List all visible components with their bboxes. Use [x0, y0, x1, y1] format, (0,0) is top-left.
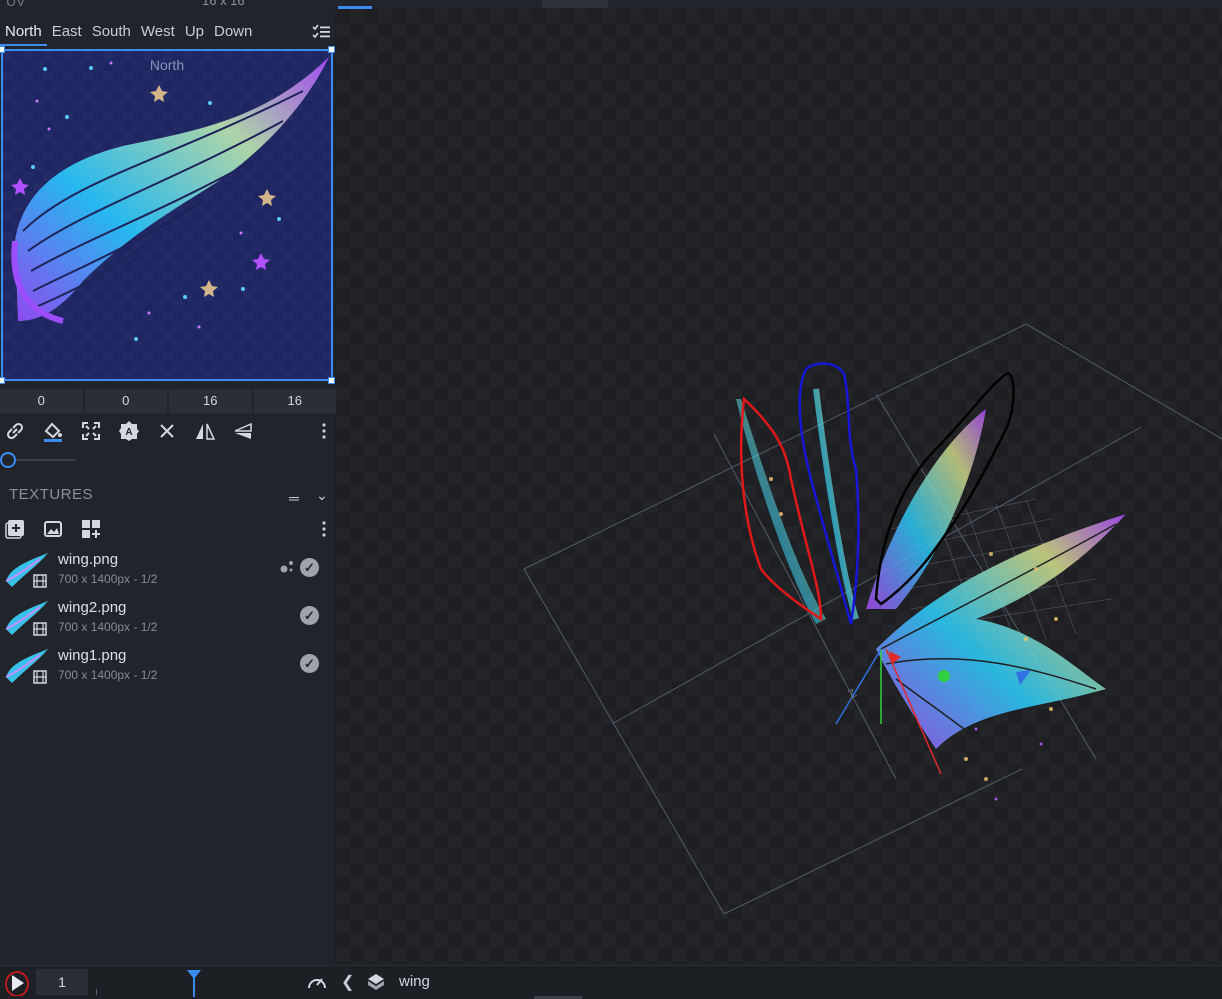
- texture-status-check-icon[interactable]: ✓: [300, 558, 319, 577]
- toolbar-dropdown[interactable]: [542, 0, 608, 8]
- checklist-icon[interactable]: [312, 24, 330, 40]
- texture-thumbnail: [5, 601, 48, 637]
- uv-size-label: 16 x 16: [202, 0, 245, 8]
- left-panel: UV 16 x 16 North East South West Up Down…: [0, 0, 336, 965]
- scene-render: Z: [523, 323, 1222, 915]
- uv-toolbar: A: [0, 418, 336, 444]
- texture-meta: 700 x 1400px - 1/2: [58, 668, 158, 682]
- timeline-tick: [96, 989, 97, 995]
- tab-north[interactable]: North: [0, 20, 47, 46]
- mirror-x-icon[interactable]: [194, 420, 216, 442]
- tab-east[interactable]: East: [47, 20, 87, 46]
- tab-up[interactable]: Up: [180, 20, 209, 46]
- import-texture-icon[interactable]: [42, 518, 64, 540]
- animation-bar: 1 ❮ wing: [0, 965, 1222, 999]
- tab-west[interactable]: West: [136, 20, 180, 46]
- texture-item[interactable]: wing2.png 700 x 1400px - 1/2 ✓: [0, 593, 336, 641]
- z-axis-line: [835, 648, 882, 725]
- particles-icon[interactable]: [279, 559, 295, 575]
- maximize-icon[interactable]: [80, 420, 102, 442]
- texture-name: wing.png: [58, 551, 119, 568]
- add-texture-icon[interactable]: [4, 518, 26, 540]
- playhead-marker-icon[interactable]: [186, 969, 202, 997]
- uv-height-input[interactable]: 16: [253, 389, 336, 413]
- face-tabs: North East South West Up Down: [0, 20, 336, 46]
- speed-gauge-icon[interactable]: [306, 972, 328, 992]
- link-icon[interactable]: [4, 420, 26, 442]
- texture-status-check-icon[interactable]: ✓: [300, 606, 319, 625]
- fill-icon[interactable]: [42, 420, 64, 442]
- tab-south[interactable]: South: [87, 20, 136, 46]
- y-axis-handle-icon: [938, 670, 950, 682]
- textures-toolbar: [0, 516, 336, 544]
- texture-status-check-icon[interactable]: ✓: [300, 654, 319, 673]
- model-name: wing: [399, 973, 430, 990]
- play-icon[interactable]: [4, 970, 30, 996]
- uv-y-input[interactable]: 0: [84, 389, 167, 413]
- auto-uv-icon[interactable]: A: [118, 420, 140, 442]
- timeline-scrubber[interactable]: [90, 969, 296, 997]
- panel-menu-icon[interactable]: ═: [289, 490, 299, 506]
- chevron-down-icon[interactable]: ⌄: [316, 487, 328, 504]
- texture-grid-icon[interactable]: [80, 518, 102, 540]
- app-window: UV 16 x 16 North East South West Up Down…: [0, 0, 1222, 999]
- uv-handle-top-left[interactable]: [0, 46, 5, 53]
- wing-texture-image: [11, 57, 329, 341]
- clear-icon[interactable]: [156, 420, 178, 442]
- model-icon: [368, 974, 384, 990]
- uv-x-input[interactable]: 0: [0, 389, 83, 413]
- more-icon[interactable]: [318, 518, 330, 540]
- uv-zoom-slider[interactable]: [0, 450, 80, 470]
- textures-title: TEXTURES: [9, 486, 94, 503]
- texture-thumbnail: [5, 649, 48, 685]
- uv-editor-canvas[interactable]: North: [1, 49, 333, 381]
- slider-track: [8, 459, 76, 461]
- textures-panel-header: TEXTURES ═ ⌄: [0, 482, 336, 508]
- 3d-viewport[interactable]: Z: [336, 9, 1222, 965]
- chevron-left-icon[interactable]: ❮: [341, 972, 354, 992]
- uv-handle-top-right[interactable]: [328, 46, 335, 53]
- texture-meta: 700 x 1400px - 1/2: [58, 572, 158, 586]
- uv-width-input[interactable]: 16: [169, 389, 252, 413]
- mirror-y-icon[interactable]: [232, 420, 254, 442]
- frame-input[interactable]: 1: [36, 969, 88, 995]
- uv-handle-bottom-left[interactable]: [0, 377, 5, 384]
- viewport-toolbar: [336, 0, 1222, 9]
- texture-meta: 700 x 1400px - 1/2: [58, 620, 158, 634]
- texture-thumbnail: [5, 553, 48, 589]
- uv-panel-title: UV: [6, 0, 26, 9]
- tab-down[interactable]: Down: [209, 20, 257, 46]
- texture-list: wing.png 700 x 1400px - 1/2 ✓ wing2.png …: [0, 545, 336, 689]
- texture-name: wing2.png: [58, 599, 127, 616]
- texture-item[interactable]: wing1.png 700 x 1400px - 1/2 ✓: [0, 641, 336, 689]
- texture-item[interactable]: wing.png 700 x 1400px - 1/2 ✓: [0, 545, 336, 593]
- slider-knob[interactable]: [0, 452, 16, 468]
- svg-text:A: A: [125, 427, 132, 438]
- uv-coordinates: 0 0 16 16: [0, 389, 336, 413]
- uv-handle-bottom-right[interactable]: [328, 377, 335, 384]
- more-icon[interactable]: [318, 420, 330, 442]
- ground-grid: [523, 323, 1222, 915]
- uv-header: UV 16 x 16: [0, 0, 336, 12]
- texture-name: wing1.png: [58, 647, 127, 664]
